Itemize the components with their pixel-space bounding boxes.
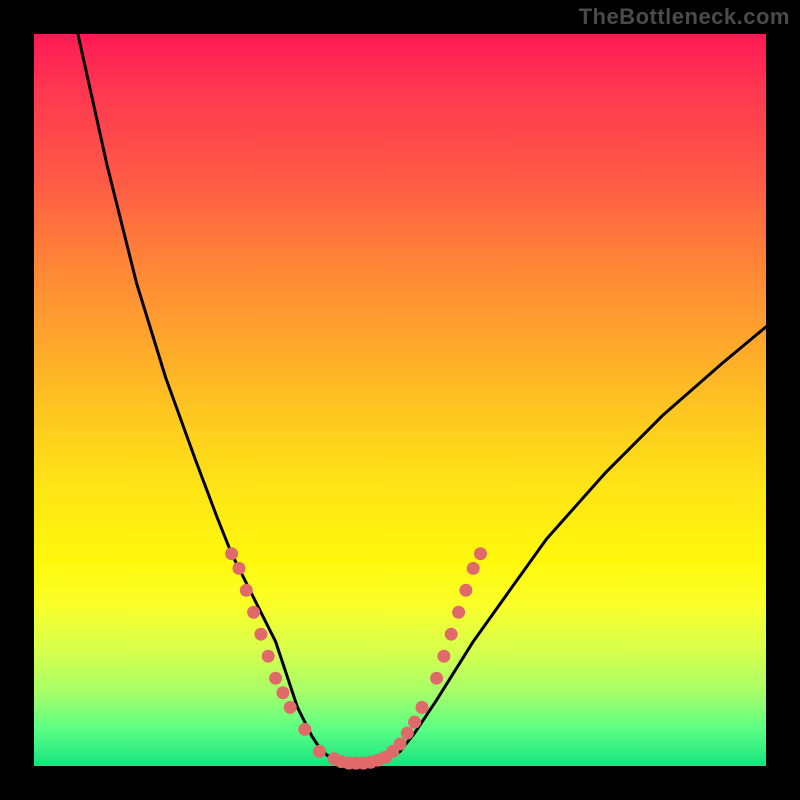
bottleneck-curve	[78, 34, 766, 764]
scatter-dot	[430, 672, 443, 685]
scatter-dot	[408, 716, 421, 729]
chart-frame: TheBottleneck.com	[0, 0, 800, 800]
scatter-dot	[394, 738, 407, 751]
scatter-dot	[445, 628, 458, 641]
scatter-dot	[262, 650, 275, 663]
scatter-dot	[269, 672, 282, 685]
chart-svg	[34, 34, 766, 766]
scatter-dot	[401, 727, 414, 740]
scatter-dot	[474, 547, 487, 560]
plot-area	[34, 34, 766, 766]
scatter-dot	[459, 584, 472, 597]
scatter-dot	[313, 745, 326, 758]
scatter-dot	[437, 650, 450, 663]
scatter-dot	[467, 562, 480, 575]
scatter-dot	[247, 606, 260, 619]
scatter-dots	[225, 547, 487, 769]
scatter-dot	[225, 547, 238, 560]
scatter-dot	[416, 701, 429, 714]
scatter-dot	[276, 686, 289, 699]
scatter-dot	[452, 606, 465, 619]
curve-path	[78, 34, 766, 764]
scatter-dot	[298, 723, 311, 736]
scatter-dot	[233, 562, 246, 575]
scatter-dot	[254, 628, 267, 641]
watermark-text: TheBottleneck.com	[579, 4, 790, 30]
scatter-dot	[284, 701, 297, 714]
scatter-dot	[240, 584, 253, 597]
